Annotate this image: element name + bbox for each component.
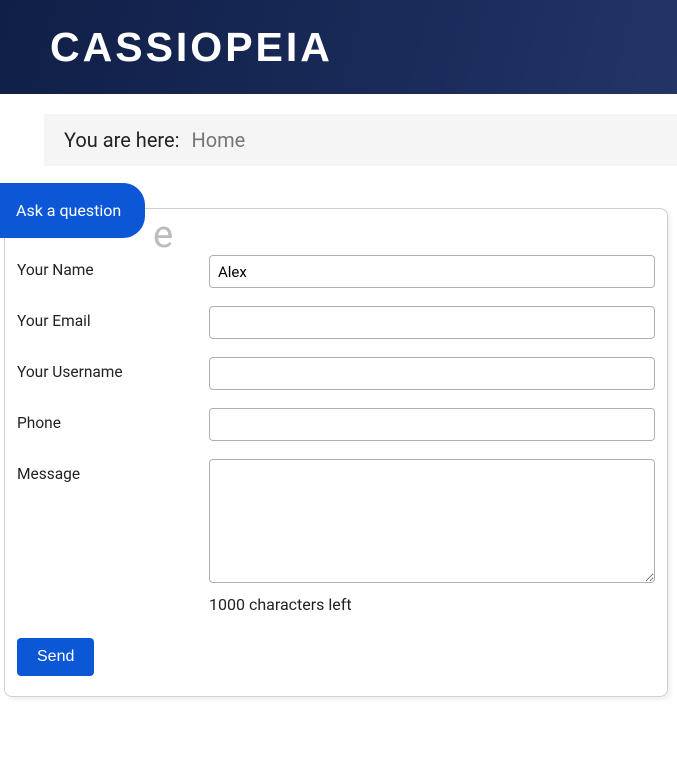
phone-label: Phone (17, 408, 209, 432)
brand-logo: CASSIOPEIA (50, 24, 333, 71)
form-row-email: Your Email (17, 306, 655, 339)
char-count: 1000 characters left (209, 595, 655, 614)
breadcrumb: You are here: Home (44, 114, 677, 166)
name-input[interactable] (209, 255, 655, 288)
message-textarea[interactable] (209, 459, 655, 583)
send-button[interactable]: Send (17, 638, 94, 676)
breadcrumb-home-link[interactable]: Home (191, 128, 245, 152)
message-label: Message (17, 459, 209, 483)
site-header: CASSIOPEIA (0, 0, 677, 94)
form-row-username: Your Username (17, 357, 655, 390)
email-label: Your Email (17, 306, 209, 330)
ask-question-tab[interactable]: Ask a question (0, 183, 145, 238)
contact-form-card: e Your Name Your Email Your Username Pho… (4, 208, 668, 697)
username-input[interactable] (209, 357, 655, 390)
phone-input[interactable] (209, 408, 655, 441)
username-label: Your Username (17, 357, 209, 381)
breadcrumb-prefix: You are here: (64, 128, 179, 152)
form-row-phone: Phone (17, 408, 655, 441)
form-row-name: Your Name (17, 255, 655, 288)
name-label: Your Name (17, 255, 209, 279)
email-input[interactable] (209, 306, 655, 339)
page-title-fragment: e (153, 213, 173, 257)
form-row-message: Message (17, 459, 655, 587)
